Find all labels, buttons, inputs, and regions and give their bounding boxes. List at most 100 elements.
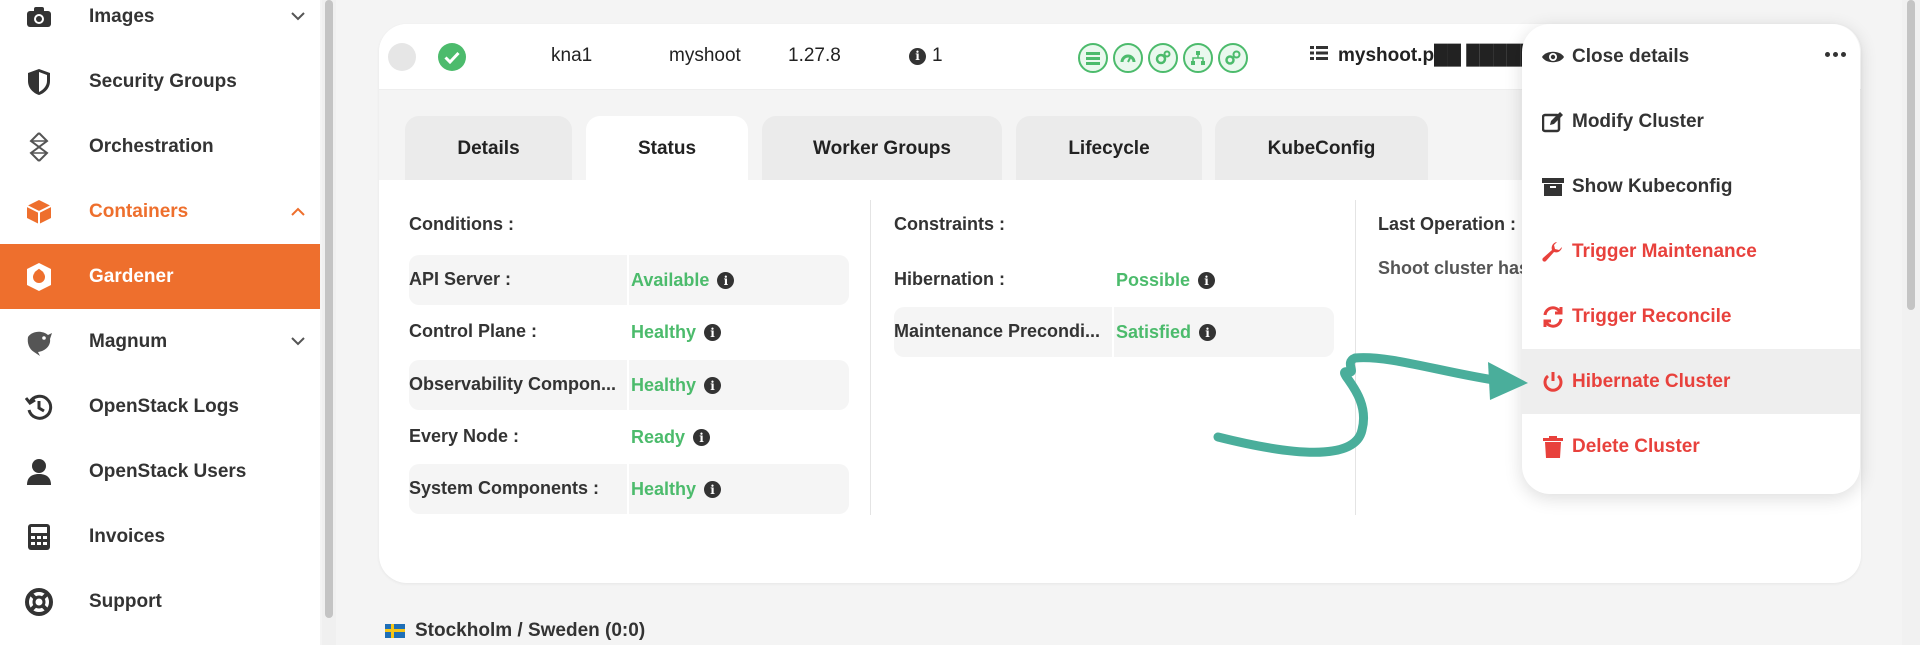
menu-item-label: Delete Cluster	[1572, 435, 1700, 457]
location-text: Stockholm / Sweden (0:0)	[415, 620, 646, 641]
main-scrollbar[interactable]	[1902, 0, 1920, 645]
gardener-icon	[24, 262, 54, 292]
info-icon[interactable]: i	[704, 324, 722, 341]
sidebar-item-label: Support	[89, 590, 162, 612]
menu-item-label: Hibernate Cluster	[1572, 370, 1731, 392]
constraint-value-text: Satisfied	[1116, 322, 1192, 342]
tab-status[interactable]: Status	[586, 116, 748, 181]
lifebuoy-icon	[24, 587, 54, 617]
condition-value-text: Healthy	[631, 375, 697, 395]
condition-label: Every Node :	[409, 426, 520, 446]
components-status-icon[interactable]	[1218, 43, 1248, 73]
sidebar-item-support[interactable]: Support	[0, 569, 320, 634]
chevron-up-icon	[288, 202, 308, 222]
sidebar-scrollbar-thumb[interactable]	[325, 0, 333, 618]
condition-row: Control Plane : Healthy i	[409, 307, 849, 357]
server-status-icon[interactable]	[1078, 43, 1108, 73]
constraints-title: Constraints :	[894, 214, 1006, 234]
last-operation-text: Shoot cluster has	[1378, 258, 1530, 278]
sidebar-item-label: Magnum	[89, 330, 168, 352]
condition-label: System Components :	[409, 478, 600, 498]
status-ok-icon	[438, 43, 466, 71]
sidebar-item-magnum[interactable]: Magnum	[0, 309, 320, 374]
sidebar-item-containers[interactable]: Containers	[0, 179, 320, 244]
sidebar-item-label: Orchestration	[89, 135, 214, 157]
condition-value: Ready i	[631, 427, 711, 448]
last-operation-title: Last Operation :	[1378, 214, 1517, 234]
condition-label: Observability Compon...	[409, 374, 617, 394]
menu-item-modify-cluster[interactable]: Modify Cluster	[1522, 89, 1860, 154]
row-separator	[1112, 307, 1114, 357]
network-status-icon[interactable]	[1183, 43, 1213, 73]
tab-worker-groups[interactable]: Worker Groups	[762, 116, 1002, 181]
menu-item-trigger-reconcile[interactable]: Trigger Reconcile	[1522, 284, 1860, 349]
constraint-value: Satisfied i	[1116, 322, 1217, 343]
cluster-domain-text: myshoot.p██ ██████	[1338, 45, 1548, 66]
container-box-icon	[24, 197, 54, 227]
tab-details[interactable]: Details	[405, 116, 572, 181]
menu-item-trigger-maintenance[interactable]: Trigger Maintenance	[1522, 219, 1860, 284]
sidebar-item-openstack-users[interactable]: OpenStack Users	[0, 439, 320, 504]
cluster-version: 1.27.8	[788, 45, 841, 66]
list-icon	[1310, 45, 1328, 67]
menu-item-close-details[interactable]: Close details	[1522, 24, 1860, 89]
sidebar-item-label: Images	[89, 5, 155, 27]
tab-kubeconfig[interactable]: KubeConfig	[1215, 116, 1428, 181]
history-icon	[24, 392, 54, 422]
sidebar-item-label: OpenStack Users	[89, 460, 247, 482]
info-icon[interactable]: i	[704, 481, 722, 498]
info-icon[interactable]: i	[704, 377, 722, 394]
sidebar-item-security-groups[interactable]: Security Groups	[0, 49, 320, 114]
chevron-down-icon	[288, 332, 308, 352]
cluster-info[interactable]: i 1	[909, 45, 943, 67]
conditions-title: Conditions :	[409, 214, 514, 234]
column-divider	[870, 200, 871, 515]
condition-label: API Server :	[409, 269, 512, 289]
column-divider	[1355, 200, 1356, 515]
sidebar-item-gardener[interactable]: Gardener	[0, 244, 320, 309]
sidebar-item-label: OpenStack Logs	[89, 395, 239, 417]
archive-icon	[1540, 174, 1566, 200]
gears-status-icon[interactable]	[1148, 43, 1178, 73]
sidebar-item-openstack-logs[interactable]: OpenStack Logs	[0, 374, 320, 439]
menu-item-show-kubeconfig[interactable]: Show Kubeconfig	[1522, 154, 1860, 219]
sidebar-item-label: Gardener	[89, 265, 174, 287]
sidebar-item-images[interactable]: Images	[0, 0, 320, 49]
condition-value-text: Healthy	[631, 479, 697, 499]
health-status-icons	[1078, 43, 1248, 73]
cluster-domain[interactable]: myshoot.p██ ██████	[1310, 45, 1547, 67]
cluster-name: myshoot	[669, 45, 741, 66]
menu-item-hibernate-cluster[interactable]: Hibernate Cluster	[1522, 349, 1860, 414]
menu-item-delete-cluster[interactable]: Delete Cluster	[1522, 414, 1860, 479]
shield-icon	[24, 67, 54, 97]
main-scrollbar-thumb[interactable]	[1907, 0, 1915, 310]
condition-value: Healthy i	[631, 479, 722, 500]
location-label: Stockholm / Sweden (0:0)	[385, 620, 645, 642]
menu-item-label: Trigger Reconcile	[1572, 305, 1732, 327]
info-icon[interactable]: i	[693, 429, 711, 446]
row-separator	[627, 255, 629, 305]
menu-item-label: Modify Cluster	[1572, 110, 1704, 132]
sidebar-item-invoices[interactable]: Invoices	[0, 504, 320, 569]
sidebar: Images Security Groups Orchestration Con…	[0, 0, 320, 645]
sync-icon	[1540, 304, 1566, 330]
info-icon[interactable]: i	[717, 272, 735, 289]
sidebar-scrollbar[interactable]	[322, 0, 336, 645]
condition-row: Every Node : Ready i	[409, 412, 849, 462]
constraint-label: Hibernation :	[894, 269, 1005, 289]
row-separator	[627, 360, 629, 410]
condition-row: System Components : Healthy i	[409, 464, 849, 514]
select-radio[interactable]	[388, 43, 416, 71]
tab-lifecycle[interactable]: Lifecycle	[1016, 116, 1202, 181]
sidebar-item-orchestration[interactable]: Orchestration	[0, 114, 320, 179]
dashboard-status-icon[interactable]	[1113, 43, 1143, 73]
menu-item-label: Show Kubeconfig	[1572, 175, 1733, 197]
trash-icon	[1540, 434, 1566, 460]
user-icon	[24, 457, 54, 487]
condition-label: Control Plane :	[409, 321, 538, 341]
cluster-info-count: 1	[932, 45, 943, 66]
info-icon[interactable]: i	[1199, 324, 1217, 341]
condition-row: Observability Compon... Healthy i	[409, 360, 849, 410]
condition-value-text: Ready	[631, 427, 686, 447]
info-icon[interactable]: i	[1198, 272, 1216, 289]
